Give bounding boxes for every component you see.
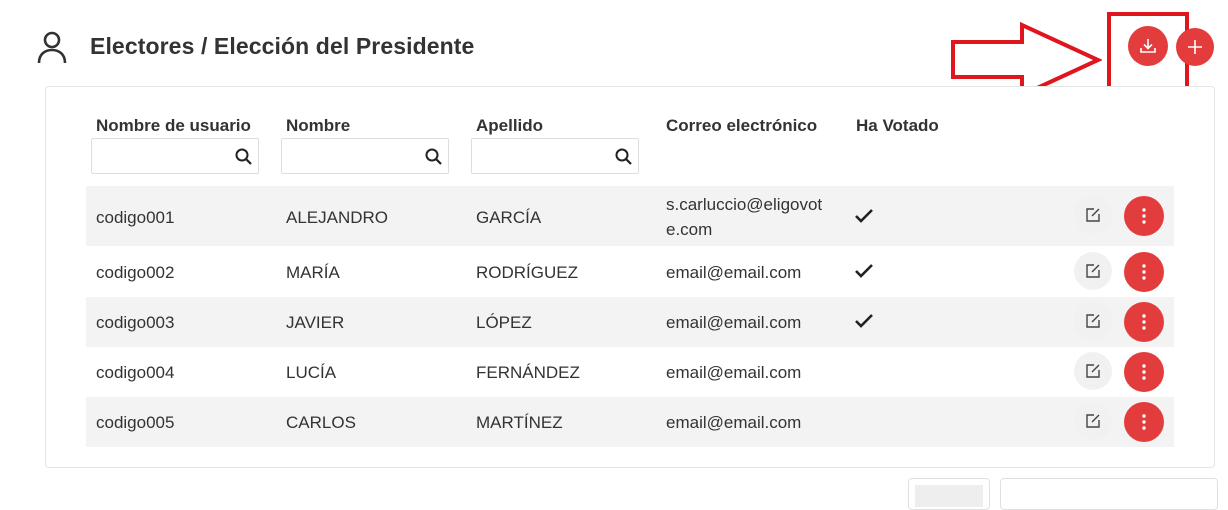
cell-correo: email@email.com [666, 313, 802, 332]
cell-nombre: CARLOS [286, 413, 356, 432]
cell-correo-continued: e.com [666, 220, 713, 239]
more-options-button[interactable] [1124, 402, 1164, 442]
filter-apellido-input[interactable] [471, 138, 639, 174]
cell-nombre: JAVIER [286, 313, 345, 332]
table-row [86, 247, 1174, 297]
filter-nombre-input[interactable] [281, 138, 449, 174]
filter-usuario-input[interactable] [91, 138, 259, 174]
table-row [86, 297, 1174, 347]
table-row [86, 186, 1174, 246]
cell-correo: s.carluccio@eligovot [666, 195, 823, 214]
add-button[interactable] [1176, 28, 1214, 66]
cell-apellido: LÓPEZ [476, 313, 532, 332]
download-icon [1140, 39, 1156, 53]
more-options-button[interactable] [1124, 252, 1164, 292]
search-icon [425, 148, 442, 165]
column-header-usuario[interactable]: Nombre de usuario [96, 116, 251, 136]
check-icon [855, 264, 873, 278]
edit-icon [1086, 414, 1100, 428]
cell-apellido: FERNÁNDEZ [476, 363, 580, 382]
cell-usuario: codigo005 [96, 413, 175, 432]
page-size-select[interactable] [908, 478, 990, 510]
edit-icon [1086, 364, 1100, 378]
edit-icon [1086, 208, 1100, 222]
column-header-ha-votado[interactable]: Ha Votado [856, 116, 939, 136]
edit-icon [1086, 264, 1100, 278]
more-vertical-icon [1142, 414, 1146, 430]
cell-correo: email@email.com [666, 363, 802, 382]
search-icon [235, 148, 252, 165]
table-row [86, 397, 1174, 447]
cell-apellido: MARTÍNEZ [476, 413, 563, 432]
cell-usuario: codigo004 [96, 363, 175, 382]
user-icon [37, 31, 67, 64]
cell-correo: email@email.com [666, 413, 802, 432]
cell-apellido: GARCÍA [476, 208, 542, 227]
edit-button[interactable] [1074, 352, 1112, 390]
more-options-button[interactable] [1124, 352, 1164, 392]
download-button[interactable] [1128, 26, 1168, 66]
column-header-nombre[interactable]: Nombre [286, 116, 350, 136]
search-icon [615, 148, 632, 165]
cell-usuario: codigo001 [96, 208, 175, 227]
edit-button[interactable] [1074, 302, 1112, 340]
cell-correo: email@email.com [666, 263, 802, 282]
table-row [86, 347, 1174, 397]
column-header-apellido[interactable]: Apellido [476, 116, 543, 136]
more-vertical-icon [1142, 264, 1146, 280]
check-icon [855, 314, 873, 328]
page-title: Electores / Elección del Presidente [90, 33, 475, 59]
edit-button[interactable] [1074, 252, 1112, 290]
edit-icon [1086, 314, 1100, 328]
cell-usuario: codigo002 [96, 263, 175, 282]
cell-nombre: ALEJANDRO [286, 208, 389, 227]
more-vertical-icon [1142, 364, 1146, 380]
cell-nombre: MARÍA [286, 263, 340, 282]
plus-icon [1188, 40, 1202, 54]
more-vertical-icon [1142, 314, 1146, 330]
check-icon [855, 209, 873, 223]
cell-apellido: RODRÍGUEZ [476, 263, 578, 282]
cell-usuario: codigo003 [96, 313, 175, 332]
edit-button[interactable] [1074, 196, 1112, 234]
column-header-correo[interactable]: Correo electrónico [666, 116, 817, 136]
pagination-control[interactable] [1000, 478, 1218, 510]
more-vertical-icon [1142, 208, 1146, 224]
more-options-button[interactable] [1124, 196, 1164, 236]
more-options-button[interactable] [1124, 302, 1164, 342]
edit-button[interactable] [1074, 402, 1112, 440]
cell-nombre: LUCÍA [286, 363, 337, 382]
